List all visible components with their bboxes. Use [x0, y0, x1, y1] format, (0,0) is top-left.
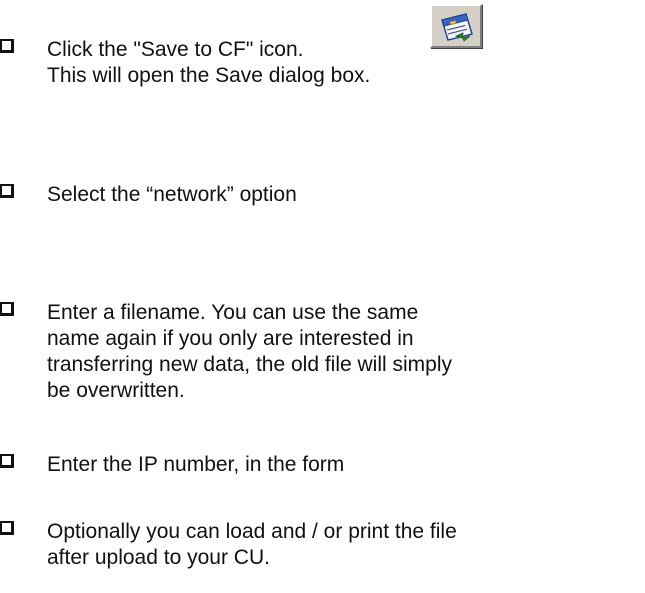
step-text: Select the “network” option — [47, 182, 637, 208]
step-line: Enter the IP number, in the form — [47, 453, 345, 476]
step-line: Optionally you can load and / or print t… — [47, 520, 457, 543]
checkbox-icon[interactable] — [0, 454, 14, 468]
step-text: Click the "Save to CF" icon. This will o… — [47, 37, 637, 89]
step-line: Click the "Save to CF" icon. — [47, 38, 304, 61]
checkbox-icon[interactable] — [0, 521, 14, 535]
checkbox-icon[interactable] — [0, 302, 14, 316]
step-line: Select the “network” option — [47, 183, 297, 206]
step-line: be overwritten. — [47, 379, 185, 402]
step-line: Enter a filename. You can use the same — [47, 301, 419, 324]
step-line: name again if you only are interested in — [47, 327, 414, 350]
step-line: This will open the Save dialog box. — [47, 64, 371, 87]
checkbox-icon[interactable] — [0, 184, 14, 198]
step-text: Enter a filename. You can use the same n… — [47, 300, 637, 404]
step-text: Enter the IP number, in the form — [47, 452, 637, 478]
step-text: Optionally you can load and / or print t… — [47, 519, 637, 571]
step-line: after upload to your CU. — [47, 546, 270, 569]
checkbox-icon[interactable] — [0, 39, 14, 53]
step-line: transferring new data, the old file will… — [47, 353, 453, 376]
save-to-cf-icon[interactable] — [430, 4, 482, 48]
